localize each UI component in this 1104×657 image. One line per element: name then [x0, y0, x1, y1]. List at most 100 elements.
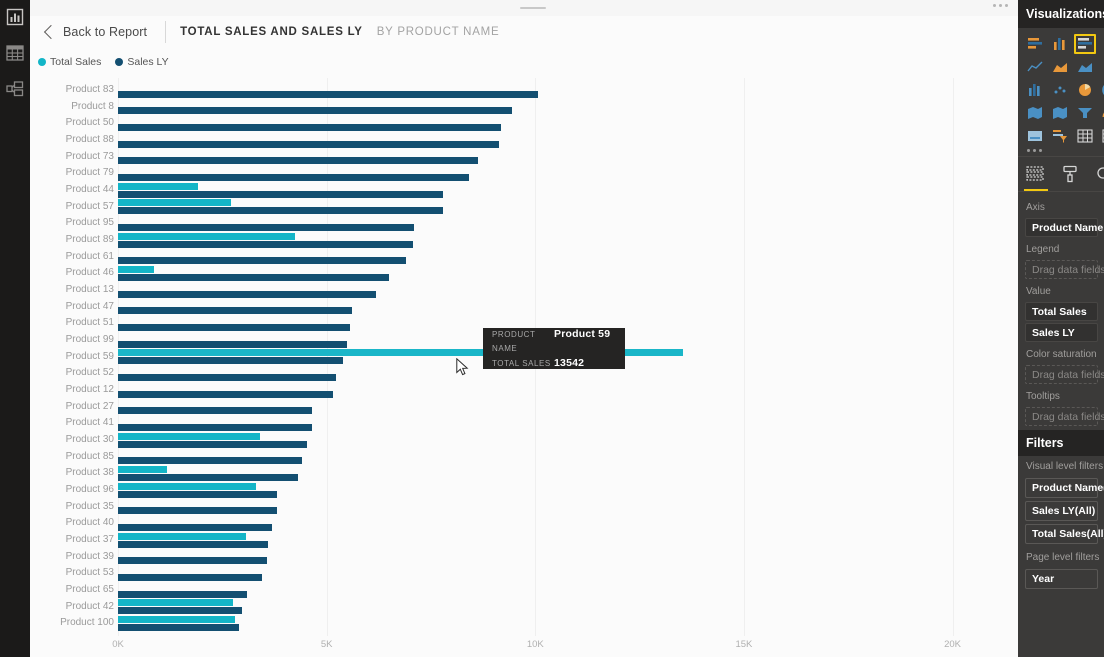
model-view-icon[interactable]: [4, 78, 26, 100]
bar-total-sales[interactable]: [118, 232, 295, 240]
bar-sales-ly[interactable]: [118, 623, 239, 631]
field-dropzone[interactable]: Drag data fields here: [1025, 260, 1104, 279]
bar-sales-ly[interactable]: [118, 573, 262, 581]
category-label[interactable]: Product 27: [66, 401, 114, 412]
category-label[interactable]: Product 35: [66, 501, 114, 512]
visualization-type-gallery[interactable]: [1018, 28, 1104, 148]
viz-type-col-icon[interactable]: [1099, 57, 1104, 77]
drag-grabber[interactable]: [520, 7, 546, 9]
bar-sales-ly[interactable]: [118, 123, 502, 131]
bar-total-sales[interactable]: [118, 532, 246, 540]
bar-sales-ly[interactable]: [118, 390, 334, 398]
bar-sales-ly[interactable]: [118, 607, 243, 615]
bar-total-sales[interactable]: [118, 265, 154, 273]
category-label[interactable]: Product 83: [66, 84, 114, 95]
bar-sales-ly[interactable]: [118, 407, 313, 415]
bar-total-sales[interactable]: [118, 482, 256, 490]
viz-type-bar-icon[interactable]: [1024, 34, 1046, 54]
category-label[interactable]: Product 99: [66, 334, 114, 345]
category-label[interactable]: Product 96: [66, 484, 114, 495]
bar-sales-ly[interactable]: [118, 490, 278, 498]
viz-type-card-icon[interactable]: [1024, 126, 1046, 146]
format-tab-icon[interactable]: [1061, 164, 1079, 184]
category-label[interactable]: Product 8: [71, 101, 114, 112]
category-label[interactable]: Product 30: [66, 434, 114, 445]
visual-level-filter[interactable]: Sales LY(All): [1025, 501, 1098, 521]
viz-type-pie-icon[interactable]: [1074, 80, 1096, 100]
category-label[interactable]: Product 79: [66, 167, 114, 178]
bar-sales-ly[interactable]: [118, 523, 272, 531]
visual-level-filter[interactable]: Product Name(All): [1025, 478, 1104, 498]
viz-type-bar-icon[interactable]: [1074, 34, 1096, 54]
bar-total-sales[interactable]: [118, 465, 168, 473]
bar-sales-ly[interactable]: [118, 357, 344, 365]
viz-type-scat-icon[interactable]: [1049, 80, 1071, 100]
data-view-icon[interactable]: [4, 42, 26, 64]
bar-sales-ly[interactable]: [118, 223, 415, 231]
viz-type-table-icon[interactable]: [1074, 126, 1096, 146]
category-label[interactable]: Product 50: [66, 117, 114, 128]
category-label[interactable]: Product 85: [66, 451, 114, 462]
more-options-icon[interactable]: [993, 4, 1008, 7]
bar-sales-ly[interactable]: [118, 373, 336, 381]
category-label[interactable]: Product 39: [66, 551, 114, 562]
category-label[interactable]: Product 44: [66, 184, 114, 195]
bar-sales-ly[interactable]: [118, 257, 406, 265]
field-dropzone[interactable]: Drag data fields here: [1025, 365, 1104, 384]
bar-sales-ly[interactable]: [118, 340, 347, 348]
category-label[interactable]: Product 41: [66, 417, 114, 428]
category-label[interactable]: Product 37: [66, 534, 114, 545]
bar-sales-ly[interactable]: [118, 557, 267, 565]
category-label[interactable]: Product 61: [66, 251, 114, 262]
viz-type-map-icon[interactable]: [1049, 103, 1071, 123]
bar-sales-ly[interactable]: [118, 323, 350, 331]
viz-type-map-icon[interactable]: [1024, 103, 1046, 123]
fields-tab-icon[interactable]: [1024, 164, 1048, 191]
bar-sales-ly[interactable]: [118, 207, 443, 215]
viz-type-funnel-icon[interactable]: [1074, 103, 1096, 123]
bar-sales-ly[interactable]: [118, 273, 390, 281]
viz-type-area-icon[interactable]: [1049, 57, 1071, 77]
analytics-tab-icon[interactable]: [1096, 164, 1104, 184]
visual-level-filter[interactable]: Total Sales(All): [1025, 524, 1104, 544]
field-pill[interactable]: Sales LY: [1025, 323, 1098, 342]
category-label[interactable]: Product 13: [66, 284, 114, 295]
bar-sales-ly[interactable]: [118, 107, 513, 115]
back-to-report-button[interactable]: Back to Report: [43, 24, 147, 40]
bar-total-sales[interactable]: [118, 432, 260, 440]
bar-sales-ly[interactable]: [118, 457, 302, 465]
viz-type-gauge-icon[interactable]: [1099, 103, 1104, 123]
bar-total-sales[interactable]: [118, 199, 232, 207]
bar-sales-ly[interactable]: [118, 440, 307, 448]
legend-item-total-sales[interactable]: Total Sales: [38, 56, 101, 68]
bar-sales-ly[interactable]: [118, 307, 352, 315]
bar-sales-ly[interactable]: [118, 290, 376, 298]
category-label[interactable]: Product 73: [66, 151, 114, 162]
bar-total-sales[interactable]: [118, 182, 199, 190]
category-label[interactable]: Product 59: [66, 351, 114, 362]
bar-total-sales[interactable]: [118, 615, 235, 623]
field-dropzone[interactable]: Drag data fields here: [1025, 407, 1104, 426]
field-pill[interactable]: Total Sales: [1025, 302, 1098, 321]
bar-sales-ly[interactable]: [118, 540, 269, 548]
category-label[interactable]: Product 88: [66, 134, 114, 145]
category-label[interactable]: Product 42: [66, 601, 114, 612]
category-label[interactable]: Product 65: [66, 584, 114, 595]
viz-type-area-icon[interactable]: [1074, 57, 1096, 77]
category-label[interactable]: Product 12: [66, 384, 114, 395]
category-label[interactable]: Product 47: [66, 301, 114, 312]
page-level-filter[interactable]: Year: [1025, 569, 1098, 589]
viz-type-col-icon[interactable]: [1024, 80, 1046, 100]
category-label[interactable]: Product 52: [66, 367, 114, 378]
visualization-overflow-icon[interactable]: [1018, 148, 1104, 156]
category-label[interactable]: Product 57: [66, 201, 114, 212]
viz-type-slicer-icon[interactable]: [1049, 126, 1071, 146]
bar-sales-ly[interactable]: [118, 190, 443, 198]
bar-sales-ly[interactable]: [118, 240, 414, 248]
category-label[interactable]: Product 38: [66, 467, 114, 478]
bar-sales-ly[interactable]: [118, 507, 277, 515]
viz-type-col-icon[interactable]: [1099, 34, 1104, 54]
bar-sales-ly[interactable]: [118, 90, 538, 98]
viz-type-col-icon[interactable]: [1049, 34, 1071, 54]
bar-sales-ly[interactable]: [118, 140, 499, 148]
